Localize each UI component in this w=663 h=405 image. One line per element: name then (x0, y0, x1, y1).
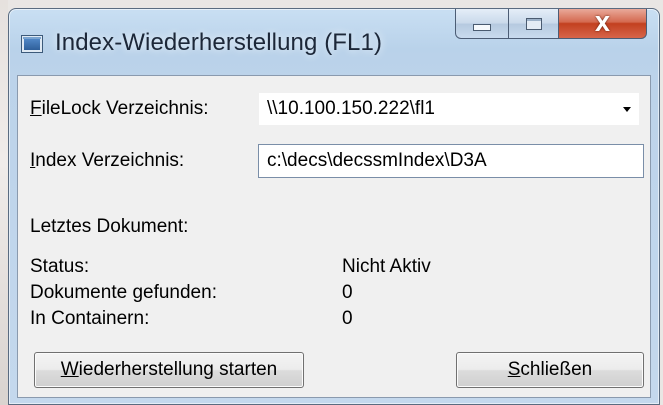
title-bar[interactable]: Index-Wiederherstellung (FL1) X (9, 9, 659, 75)
index-label-text: ndex Verzeichnis: (35, 150, 185, 171)
index-directory-value: c:\decs\decssmIndex\D3A (267, 150, 487, 171)
in-containers-value: 0 (342, 308, 353, 329)
maximize-icon (525, 17, 542, 30)
app-window-icon[interactable] (21, 35, 43, 53)
in-containers-label: In Containern: (30, 308, 150, 329)
chevron-down-icon[interactable] (623, 107, 631, 112)
index-directory-label: Index Verzeichnis: (30, 150, 184, 172)
filelock-label-text: ileLock Verzeichnis: (41, 98, 209, 119)
start-restore-button[interactable]: Wiederherstellung starten (34, 352, 304, 388)
index-directory-input[interactable]: c:\decs\decssmIndex\D3A (258, 144, 644, 178)
minimize-icon (473, 24, 491, 31)
filelock-directory-combobox[interactable]: \\10.100.150.222\fl1 (258, 92, 640, 126)
filelock-directory-value: \\10.100.150.222\fl1 (267, 98, 435, 119)
documents-found-value: 0 (342, 282, 353, 303)
start-button-mnemonic: W (60, 359, 79, 380)
desktop-background (0, 0, 8, 405)
status-label: Status: (30, 256, 90, 277)
start-button-label: iederherstellung starten (78, 359, 278, 380)
documents-found-label: Dokumente gefunden: (30, 282, 217, 303)
close-button-mnemonic: S (507, 359, 521, 380)
last-document-label: Letztes Dokument: (30, 216, 189, 237)
close-button[interactable]: X (559, 9, 647, 39)
close-dialog-button[interactable]: Schließen (456, 352, 644, 388)
window-title: Index-Wiederherstellung (FL1) (55, 29, 383, 56)
close-icon: X (594, 11, 611, 36)
status-value: Nicht Aktiv (342, 256, 431, 277)
caption-buttons: X (455, 9, 647, 39)
close-button-label: chließen (520, 359, 593, 380)
maximize-button[interactable] (509, 9, 559, 39)
filelock-directory-label: FileLock Verzeichnis: (30, 98, 208, 120)
filelock-label-mnemonic: F (30, 98, 42, 119)
dialog-client-area: FileLock Verzeichnis: \\10.100.150.222\f… (17, 75, 651, 398)
dialog-window: Index-Wiederherstellung (FL1) X FileLock… (8, 8, 660, 405)
minimize-button[interactable] (455, 9, 509, 39)
